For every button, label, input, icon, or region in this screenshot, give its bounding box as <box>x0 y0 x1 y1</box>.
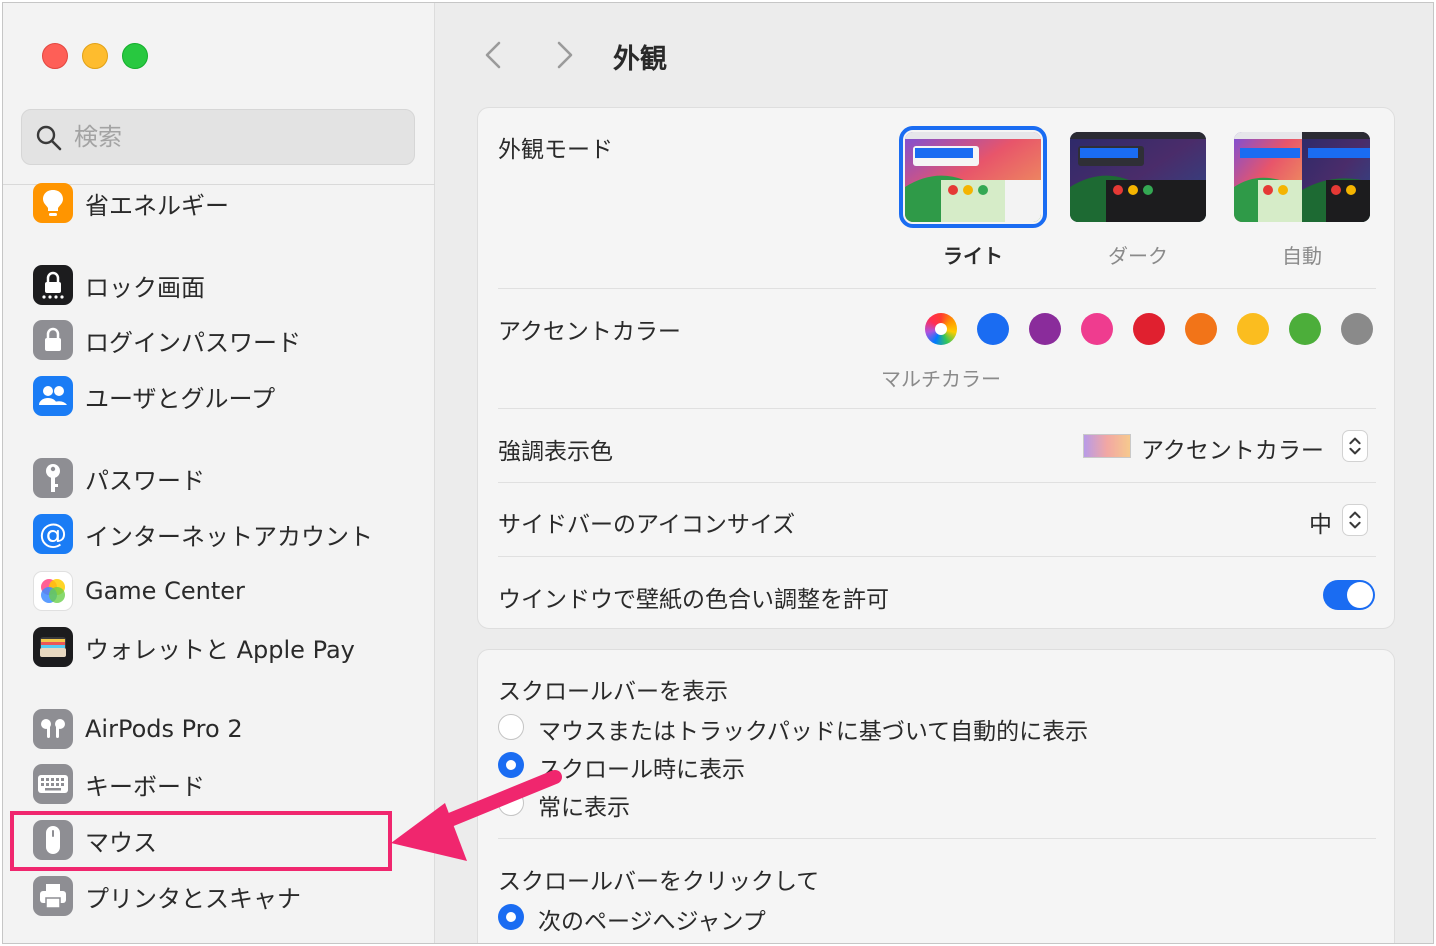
sidebar-item-label: キーボード <box>85 772 205 801</box>
annotation-highlight-box <box>10 811 392 871</box>
appearance-card: 外観モード ライト ダーク 自動 アクセントカラー マルチカラー 強調表示色 ア… <box>477 107 1395 629</box>
sidebar-item-label: ユーザとグループ <box>85 384 276 413</box>
radio-auto-label: マウスまたはトラックパッドに基づいて自動的に表示 <box>538 719 1089 745</box>
sidebar-item-users-groups[interactable]: ユーザとグループ <box>33 372 423 420</box>
wallpaper-tint-toggle[interactable] <box>1323 580 1375 610</box>
sidebar-item-label: プリンタとスキャナ <box>85 884 301 913</box>
chevron-updown-icon[interactable] <box>1342 504 1368 536</box>
lightbulb-icon <box>33 183 73 223</box>
annotation-arrow <box>391 770 562 861</box>
sidebar-item-label: ロック画面 <box>85 273 205 302</box>
sidebar-search[interactable] <box>21 109 415 165</box>
accent-red-swatch[interactable] <box>1133 313 1165 345</box>
separator <box>498 482 1376 483</box>
airpods-icon <box>33 709 73 749</box>
sidebar-item-keyboard[interactable]: キーボード <box>33 760 423 808</box>
sidebar-item-energy[interactable]: 省エネルギー <box>33 179 423 227</box>
mode-light-label: ライト <box>943 244 1003 268</box>
sidebar-item-label: パスワード <box>85 466 205 495</box>
auto-wallpaper-icon <box>1234 132 1370 222</box>
accent-orange-swatch[interactable] <box>1185 313 1217 345</box>
printer-icon <box>33 876 73 916</box>
users-icon <box>33 376 73 416</box>
accent-multicolor-swatch[interactable] <box>925 313 957 345</box>
toggle-knob <box>1347 582 1373 608</box>
light-wallpaper-icon <box>905 132 1041 222</box>
dark-wallpaper-icon <box>1070 132 1206 222</box>
mode-dark-thumbnail[interactable] <box>1070 132 1206 222</box>
keyboard-icon <box>33 764 73 804</box>
main-pane: 外観 外観モード ライト ダーク 自動 アクセントカラー マルチカラー 強調表示… <box>435 3 1433 943</box>
at-icon: @ <box>33 514 73 554</box>
separator <box>498 838 1376 839</box>
accent-purple-swatch[interactable] <box>1029 313 1061 345</box>
close-window-button[interactable] <box>42 43 68 69</box>
sidebar-icon-size-value[interactable]: 中 <box>1309 505 1332 539</box>
wallpaper-tint-label: ウインドウで壁紙の色合い調整を許可 <box>498 587 889 613</box>
sidebar-item-login-password[interactable]: ログインパスワード <box>33 316 423 364</box>
forward-chevron-icon[interactable] <box>549 37 581 73</box>
separator <box>498 288 1376 289</box>
scrollbar-card: スクロールバーを表示 マウスまたはトラックパッドに基づいて自動的に表示 スクロー… <box>477 649 1395 943</box>
wallet-icon <box>33 627 73 667</box>
sidebar-item-lock-screen[interactable]: ロック画面 <box>33 261 423 309</box>
key-icon <box>33 458 73 498</box>
sidebar-item-label: インターネットアカウント <box>85 522 373 551</box>
accent-pink-swatch[interactable] <box>1081 313 1113 345</box>
chevron-updown-icon[interactable] <box>1342 430 1368 462</box>
sidebar: 省エネルギー ロック画面 ログインパスワード ユーザとグループ <box>3 3 435 943</box>
radio-auto[interactable] <box>498 714 524 740</box>
sidebar-item-game-center[interactable]: Game Center <box>33 567 423 615</box>
search-input[interactable] <box>74 118 394 156</box>
sidebar-icon-size-label: サイドバーのアイコンサイズ <box>498 512 796 538</box>
sidebar-item-label: ウォレットと Apple Pay <box>85 635 355 664</box>
sidebar-item-label: ログインパスワード <box>85 328 301 357</box>
back-chevron-icon[interactable] <box>477 37 509 73</box>
sidebar-item-printers[interactable]: プリンタとスキャナ <box>33 872 423 920</box>
accent-blue-swatch[interactable] <box>977 313 1009 345</box>
radio-jump-next-page-label: 次のページへジャンプ <box>538 909 766 935</box>
accent-yellow-swatch[interactable] <box>1237 313 1269 345</box>
sidebar-item-label: AirPods Pro 2 <box>85 715 243 743</box>
at-glyph: @ <box>39 517 67 550</box>
mode-light-thumbnail[interactable] <box>899 126 1047 228</box>
show-scrollbars-label: スクロールバーを表示 <box>498 679 728 705</box>
lock-screen-icon <box>33 265 73 305</box>
game-center-icon <box>33 571 73 611</box>
sidebar-item-internet-accounts[interactable]: @ インターネットアカウント <box>33 510 423 558</box>
minimize-window-button[interactable] <box>82 43 108 69</box>
highlight-color-value[interactable]: アクセントカラー <box>1141 431 1324 465</box>
accent-graphite-swatch[interactable] <box>1341 313 1373 345</box>
accent-caption: マルチカラー <box>881 367 1001 391</box>
sidebar-item-passwords[interactable]: パスワード <box>33 454 423 502</box>
search-icon <box>36 125 62 151</box>
mode-auto-thumbnail[interactable] <box>1234 132 1370 222</box>
sidebar-item-label: 省エネルギー <box>85 191 229 220</box>
mode-auto-label: 自動 <box>1282 244 1322 268</box>
radio-jump-next-page[interactable] <box>498 904 524 930</box>
page-title: 外観 <box>613 44 667 75</box>
radio-when-scrolling-label: スクロール時に表示 <box>538 757 745 783</box>
zoom-window-button[interactable] <box>122 43 148 69</box>
accent-color-label: アクセントカラー <box>498 319 681 345</box>
separator <box>498 408 1376 409</box>
mode-dark-label: ダーク <box>1108 244 1168 268</box>
sidebar-item-airpods[interactable]: AirPods Pro 2 <box>33 705 423 753</box>
selected-dot <box>935 323 947 335</box>
sidebar-item-wallet[interactable]: ウォレットと Apple Pay <box>33 623 423 671</box>
highlight-color-swatch <box>1083 434 1131 458</box>
accent-green-swatch[interactable] <box>1289 313 1321 345</box>
settings-window: 省エネルギー ロック画面 ログインパスワード ユーザとグループ <box>2 2 1434 944</box>
lock-icon <box>33 320 73 360</box>
sidebar-item-label: Game Center <box>85 577 245 605</box>
separator <box>498 556 1376 557</box>
appearance-mode-label: 外観モード <box>498 137 613 163</box>
highlight-color-label: 強調表示色 <box>498 439 613 465</box>
